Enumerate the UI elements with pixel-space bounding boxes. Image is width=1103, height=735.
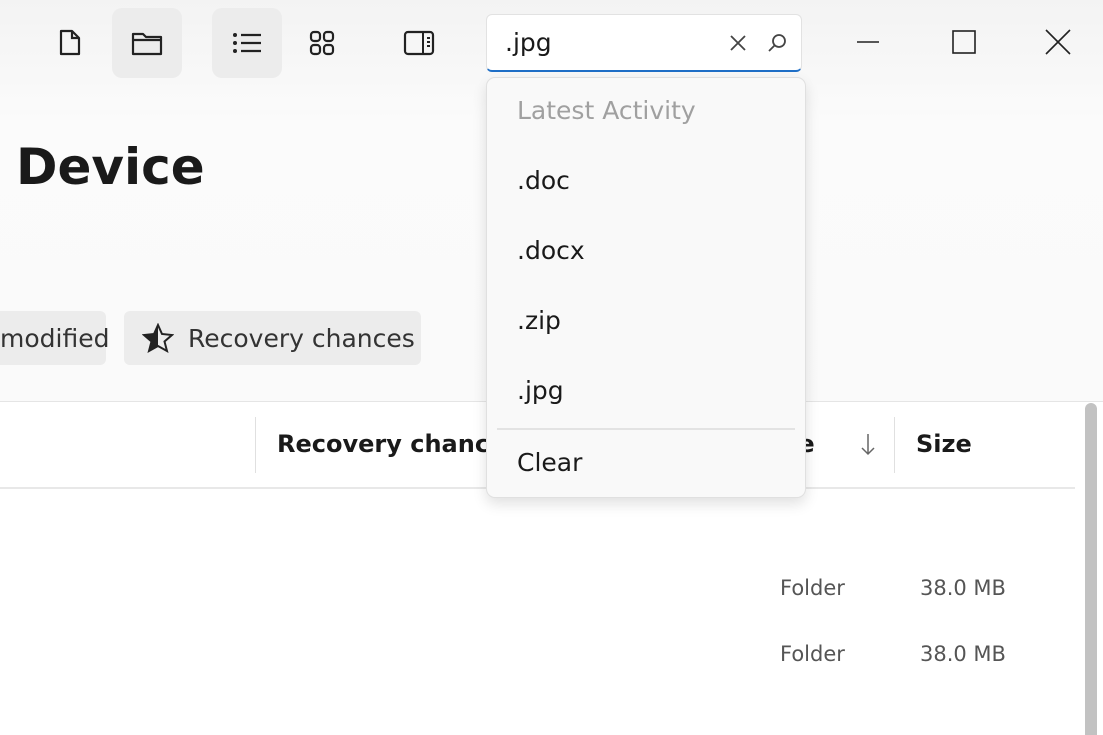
- file-icon: [59, 29, 81, 56]
- search-value: .jpg: [505, 28, 552, 57]
- grid-view-button[interactable]: [287, 8, 357, 78]
- details-pane-button[interactable]: [384, 8, 454, 78]
- suggestion-item[interactable]: .docx: [517, 236, 585, 265]
- chip-label: modified: [0, 323, 110, 353]
- maximize-button[interactable]: [944, 22, 984, 62]
- chip-label: Recovery chances: [188, 323, 415, 353]
- list-view-button[interactable]: [212, 8, 282, 78]
- suggestion-item[interactable]: .zip: [517, 306, 561, 335]
- sort-descending-icon[interactable]: [860, 433, 876, 457]
- search-input[interactable]: .jpg: [486, 14, 802, 72]
- vertical-scrollbar[interactable]: [1085, 403, 1097, 735]
- row-size: 38.0 MB: [920, 642, 1006, 666]
- search-icon[interactable]: [767, 33, 787, 53]
- filter-chip-modified[interactable]: modified: [0, 311, 110, 365]
- filter-chip-recovery-chances[interactable]: Recovery chances: [124, 311, 421, 365]
- suggestion-item[interactable]: .doc: [517, 166, 570, 195]
- maximize-icon: [952, 30, 976, 54]
- minimize-button[interactable]: [848, 22, 888, 62]
- column-header-recovery[interactable]: Recovery chance: [277, 430, 505, 458]
- row-size: 38.0 MB: [920, 576, 1006, 600]
- search-suggestions-dropdown: Latest Activity .doc .docx .zip .jpg Cle…: [486, 77, 806, 498]
- dropdown-divider: [497, 428, 795, 430]
- star-icon: [142, 323, 174, 353]
- clear-search-icon[interactable]: [729, 34, 747, 52]
- column-divider: [255, 417, 256, 473]
- file-button[interactable]: [35, 8, 105, 78]
- list-view-icon: [233, 33, 261, 53]
- row-type: Folder: [780, 576, 845, 600]
- page-title: Device: [16, 138, 205, 196]
- close-button[interactable]: [1038, 22, 1078, 62]
- close-icon: [1045, 29, 1071, 55]
- column-divider: [894, 417, 895, 473]
- clear-history-button[interactable]: Clear: [517, 448, 582, 477]
- grid-view-icon: [309, 30, 335, 56]
- dropdown-header: Latest Activity: [517, 96, 696, 125]
- minimize-icon: [857, 41, 879, 43]
- suggestion-item[interactable]: .jpg: [517, 376, 564, 405]
- column-header-size[interactable]: Size: [916, 430, 972, 458]
- folder-button[interactable]: [112, 8, 182, 78]
- row-type: Folder: [780, 642, 845, 666]
- folder-icon: [131, 32, 163, 56]
- details-pane-icon: [403, 30, 435, 56]
